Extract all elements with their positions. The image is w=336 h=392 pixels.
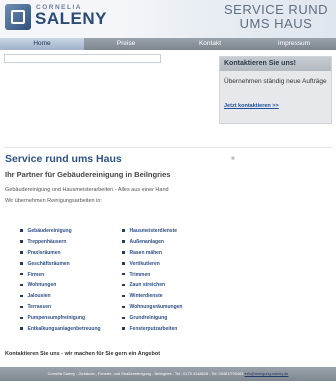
page-subtitle: Ihr Partner für Gebäudereinigung in Beil…	[5, 170, 171, 179]
bullet-icon	[122, 240, 125, 243]
list-item: Firmen	[20, 270, 101, 281]
list-item: Winterdienste	[122, 291, 182, 302]
contact-now-link[interactable]: Jetzt kontaktieren >>	[224, 103, 279, 109]
page-title: Service rund ums Haus	[5, 153, 122, 165]
services-list-right: Hausmeisterdienste Außenanlagen Rasen mä…	[122, 226, 182, 335]
intro-line-1: Gebäudereinigung und Hausmeisterarbeiten…	[5, 187, 169, 193]
list-item: Geschäftsräumen	[20, 259, 101, 270]
bullet-icon	[20, 316, 23, 320]
bullet-icon	[122, 272, 125, 276]
brand-last-name[interactable]: SALENY	[35, 9, 107, 29]
bullet-icon	[20, 283, 23, 287]
list-item: Trimmen	[122, 270, 182, 281]
list-item: Vertikutieren	[122, 259, 182, 270]
contact-box: Kontaktieren Sie uns! Übernehmen ständig…	[219, 56, 332, 124]
list-item-label: Wohnungen	[27, 282, 57, 289]
list-item: Wohnungen	[20, 280, 101, 291]
top-banner-box	[4, 54, 161, 63]
list-item-label: Vertikutieren	[129, 260, 160, 267]
list-item: Pumpensumpfreinigung	[20, 313, 101, 324]
list-item-label: Terrassen	[27, 304, 52, 311]
bullet-icon	[20, 251, 23, 254]
nav-impressum[interactable]: Impressum	[252, 38, 336, 50]
list-item-label: Außenanlagen	[129, 238, 164, 245]
bullet-icon	[122, 229, 125, 232]
slogan-line-1: SERVICE RUND	[223, 2, 328, 17]
nav-home[interactable]: Home	[0, 38, 84, 50]
list-item: Gebäudereinigung	[20, 226, 101, 237]
main-nav: Home Preise Kontakt Impressum	[0, 38, 336, 50]
header-slogan: SERVICE RUND UMS HAUS	[224, 3, 328, 31]
bullet-icon	[122, 251, 125, 254]
call-to-action: Kontaktieren Sie uns - wir machen für Si…	[5, 351, 161, 357]
list-item-label: Trimmen	[129, 271, 151, 278]
list-item-label: Winterdienste	[129, 293, 163, 300]
intro-line-2: Wir übernehmen Reinigungsarbeiten in:	[5, 198, 102, 204]
slogan-line-2: UMS HAUS	[239, 16, 313, 31]
list-item: Entkalkungsanlagenbetreuung	[20, 324, 101, 335]
bullet-icon	[20, 229, 23, 232]
decor-dot-icon: ■	[231, 156, 235, 162]
list-item: Terrassen	[20, 302, 101, 313]
footer-info: Cornelia Saleny - Gebäude-, Fenster- und…	[47, 371, 245, 376]
list-item-label: Rasen mähen	[129, 249, 163, 256]
bullet-icon	[122, 327, 125, 330]
list-item: Rasen mähen	[122, 248, 182, 259]
bullet-icon	[122, 305, 125, 309]
list-item: Außenanlagen	[122, 237, 182, 248]
bullet-icon	[20, 262, 23, 265]
list-item: Grundreinigung	[122, 313, 182, 324]
list-item-label: Zaun streichen	[129, 282, 166, 289]
list-item: Treppenhäusern	[20, 237, 101, 248]
nav-preise[interactable]: Preise	[84, 38, 168, 50]
list-item-label: Gebäudereinigung	[27, 228, 72, 234]
services-list-left: Gebäudereinigung Treppenhäusern Praxisrä…	[20, 226, 101, 335]
list-item-label: Grundreinigung	[129, 315, 168, 322]
nav-kontakt[interactable]: Kontakt	[168, 38, 252, 50]
list-item: Hausmeisterdienste	[122, 226, 182, 237]
list-item: Jalousien	[20, 291, 101, 302]
list-item: Wohnungsräumungen	[122, 302, 182, 313]
list-item: Fensterputzarbeiten	[122, 324, 182, 335]
bullet-icon	[20, 294, 23, 298]
bullet-icon	[122, 316, 125, 320]
bullet-icon	[122, 294, 125, 298]
header: CORNELIA SALENY SERVICE RUND UMS HAUS	[0, 0, 336, 38]
bullet-icon	[20, 305, 23, 309]
bullet-icon	[20, 272, 23, 276]
list-item-label: Praxisräumen	[27, 249, 61, 256]
footer: Cornelia Saleny - Gebäude-, Fenster- und…	[0, 367, 336, 381]
list-item-label: Hausmeisterdienste	[129, 228, 178, 234]
logo-mark-icon[interactable]	[5, 4, 31, 30]
list-item-label: Jalousien	[27, 293, 51, 300]
bullet-icon	[20, 240, 23, 243]
contact-box-title: Kontaktieren Sie uns!	[220, 57, 331, 71]
bullet-icon	[122, 262, 125, 265]
bullet-icon	[122, 283, 125, 287]
list-item-label: Pumpensumpfreinigung	[27, 315, 86, 322]
footer-text: Cornelia Saleny - Gebäude-, Fenster- und…	[0, 367, 336, 381]
list-item: Zaun streichen	[122, 280, 182, 291]
list-item-label: Entkalkungsanlagenbetreuung	[27, 326, 101, 333]
list-item-label: Geschäftsräumen	[27, 260, 70, 267]
list-item-label: Firmen	[27, 271, 45, 278]
list-item-label: Treppenhäusern	[27, 238, 67, 245]
list-item: Praxisräumen	[20, 248, 101, 259]
footer-email-link[interactable]: info@reinigung-saleny.de	[245, 371, 289, 376]
list-item-label: Fensterputzarbeiten	[129, 326, 178, 333]
contact-box-text: Übernehmen ständig neue Aufträge	[224, 78, 327, 85]
bullet-icon	[20, 327, 23, 330]
list-item-label: Wohnungsräumungen	[129, 304, 183, 311]
content-divider	[4, 147, 332, 148]
